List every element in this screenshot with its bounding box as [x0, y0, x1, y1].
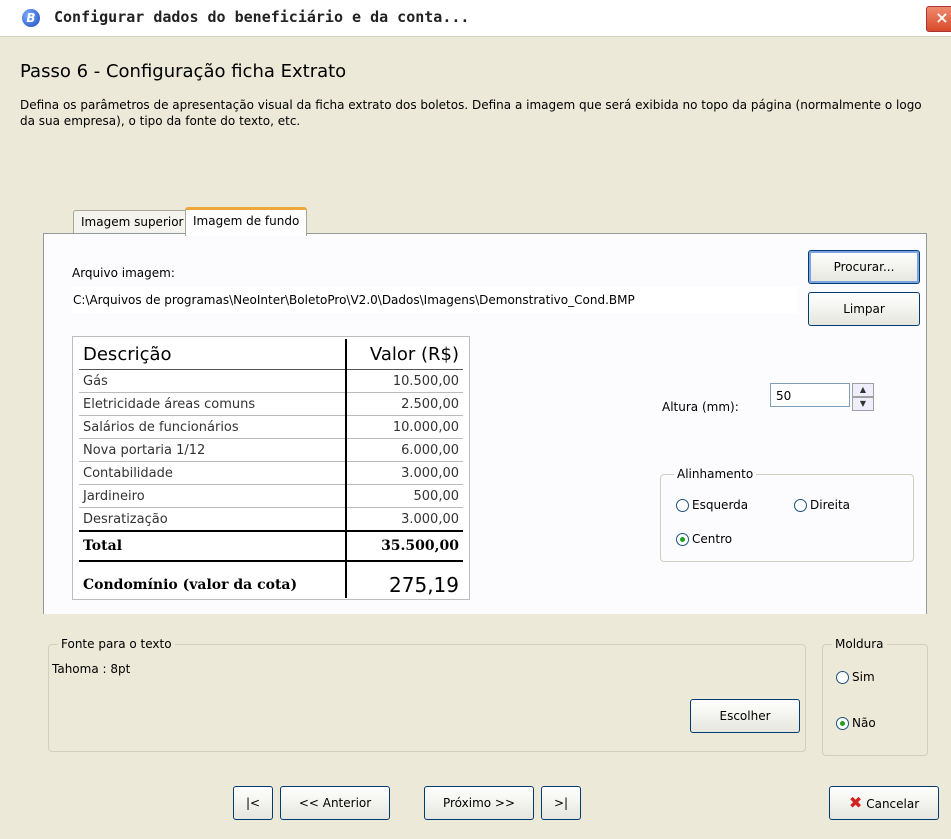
alignment-legend: Alinhamento — [674, 467, 757, 481]
cancel-label: Cancelar — [866, 797, 920, 811]
height-input[interactable]: 50 — [770, 383, 850, 407]
preview-row-label: Contabilidade — [79, 461, 346, 485]
radio-selected-icon — [676, 532, 689, 546]
font-group — [48, 644, 806, 752]
last-button[interactable]: >| — [541, 786, 581, 820]
radio-nao[interactable]: Não — [836, 716, 876, 730]
image-file-label: Arquivo imagem: — [72, 266, 175, 280]
window-title: Configurar dados do beneficiário e da co… — [54, 8, 470, 26]
preview-header-description: Descrição — [79, 339, 346, 370]
tab-imagem-de-fundo[interactable]: Imagem de fundo — [185, 207, 308, 236]
radio-direita[interactable]: Direita — [794, 498, 850, 512]
radio-selected-icon — [836, 716, 849, 730]
radio-sim[interactable]: Sim — [836, 670, 875, 684]
radio-icon — [836, 670, 849, 684]
preview-row-label: Salários de funcionários — [79, 415, 346, 439]
radio-label: Esquerda — [692, 498, 749, 512]
title-bar: B Configurar dados do beneficiário e da … — [0, 0, 951, 37]
frame-group — [822, 644, 928, 756]
frame-legend: Moldura — [832, 637, 887, 651]
clear-button[interactable]: Limpar — [808, 292, 920, 326]
radio-label: Direita — [810, 498, 851, 512]
radio-label: Não — [852, 716, 876, 730]
preview-row-label: Eletricidade áreas comuns — [79, 392, 346, 416]
preview-row-label: Jardineiro — [79, 484, 346, 508]
step-title: Passo 6 - Configuração ficha Extrato — [20, 61, 347, 82]
preview-row-value: 6.000,00 — [344, 438, 463, 462]
next-button[interactable]: Próximo >> — [424, 786, 534, 820]
preview-row-label: Desratização — [79, 507, 346, 532]
close-button[interactable]: × — [926, 6, 951, 32]
preview-row-label: Gás — [79, 369, 346, 393]
preview-row-value: 3.000,00 — [344, 507, 463, 532]
spin-down-icon[interactable]: ▼ — [852, 397, 874, 411]
preview-header-value: Valor (R$) — [344, 339, 463, 370]
radio-label: Sim — [852, 670, 875, 684]
preview-total-label: Total — [79, 530, 346, 561]
spin-up-icon[interactable]: ▲ — [852, 383, 874, 397]
first-button[interactable]: |< — [233, 786, 273, 820]
radio-label: Centro — [692, 532, 733, 546]
background-image-preview: Descrição Valor (R$) Gás 10.500,00 Eletri… — [72, 336, 470, 600]
tab-imagem-superior[interactable]: Imagem superior — [73, 210, 192, 233]
cancel-x-icon: ✖ — [848, 793, 863, 812]
alignment-group — [660, 474, 914, 562]
preview-total-value: 35.500,00 — [344, 530, 463, 561]
image-path-field[interactable]: C:\Arquivos de programas\NeoInter\Boleto… — [72, 287, 798, 313]
radio-centro[interactable]: Centro — [676, 532, 732, 546]
height-label: Altura (mm): — [662, 400, 739, 414]
preview-row-value: 3.000,00 — [344, 461, 463, 485]
preview-row-value: 2.500,00 — [344, 392, 463, 416]
previous-button[interactable]: << Anterior — [280, 786, 390, 820]
radio-icon — [676, 498, 689, 512]
font-legend: Fonte para o texto — [58, 637, 175, 651]
browse-button[interactable]: Procurar... — [808, 250, 920, 284]
preview-row-value: 10.000,00 — [344, 415, 463, 439]
preview-cota-label: Condomínio (valor da cota) — [83, 577, 298, 593]
cancel-button[interactable]: ✖ Cancelar — [829, 786, 939, 820]
app-b-icon: B — [22, 9, 40, 27]
preview-row-label: Nova portaria 1/12 — [79, 438, 346, 462]
font-value: Tahoma : 8pt — [52, 662, 131, 676]
preview-row-value: 10.500,00 — [344, 369, 463, 393]
preview-cota-value: 275,19 — [344, 572, 463, 598]
height-spinner[interactable]: ▲ ▼ — [852, 383, 874, 411]
step-description: Defina os parâmetros de apresentação vis… — [20, 98, 922, 128]
radio-esquerda[interactable]: Esquerda — [676, 498, 748, 512]
preview-row-value: 500,00 — [344, 484, 463, 508]
choose-font-button[interactable]: Escolher — [690, 699, 800, 733]
radio-icon — [794, 498, 807, 512]
